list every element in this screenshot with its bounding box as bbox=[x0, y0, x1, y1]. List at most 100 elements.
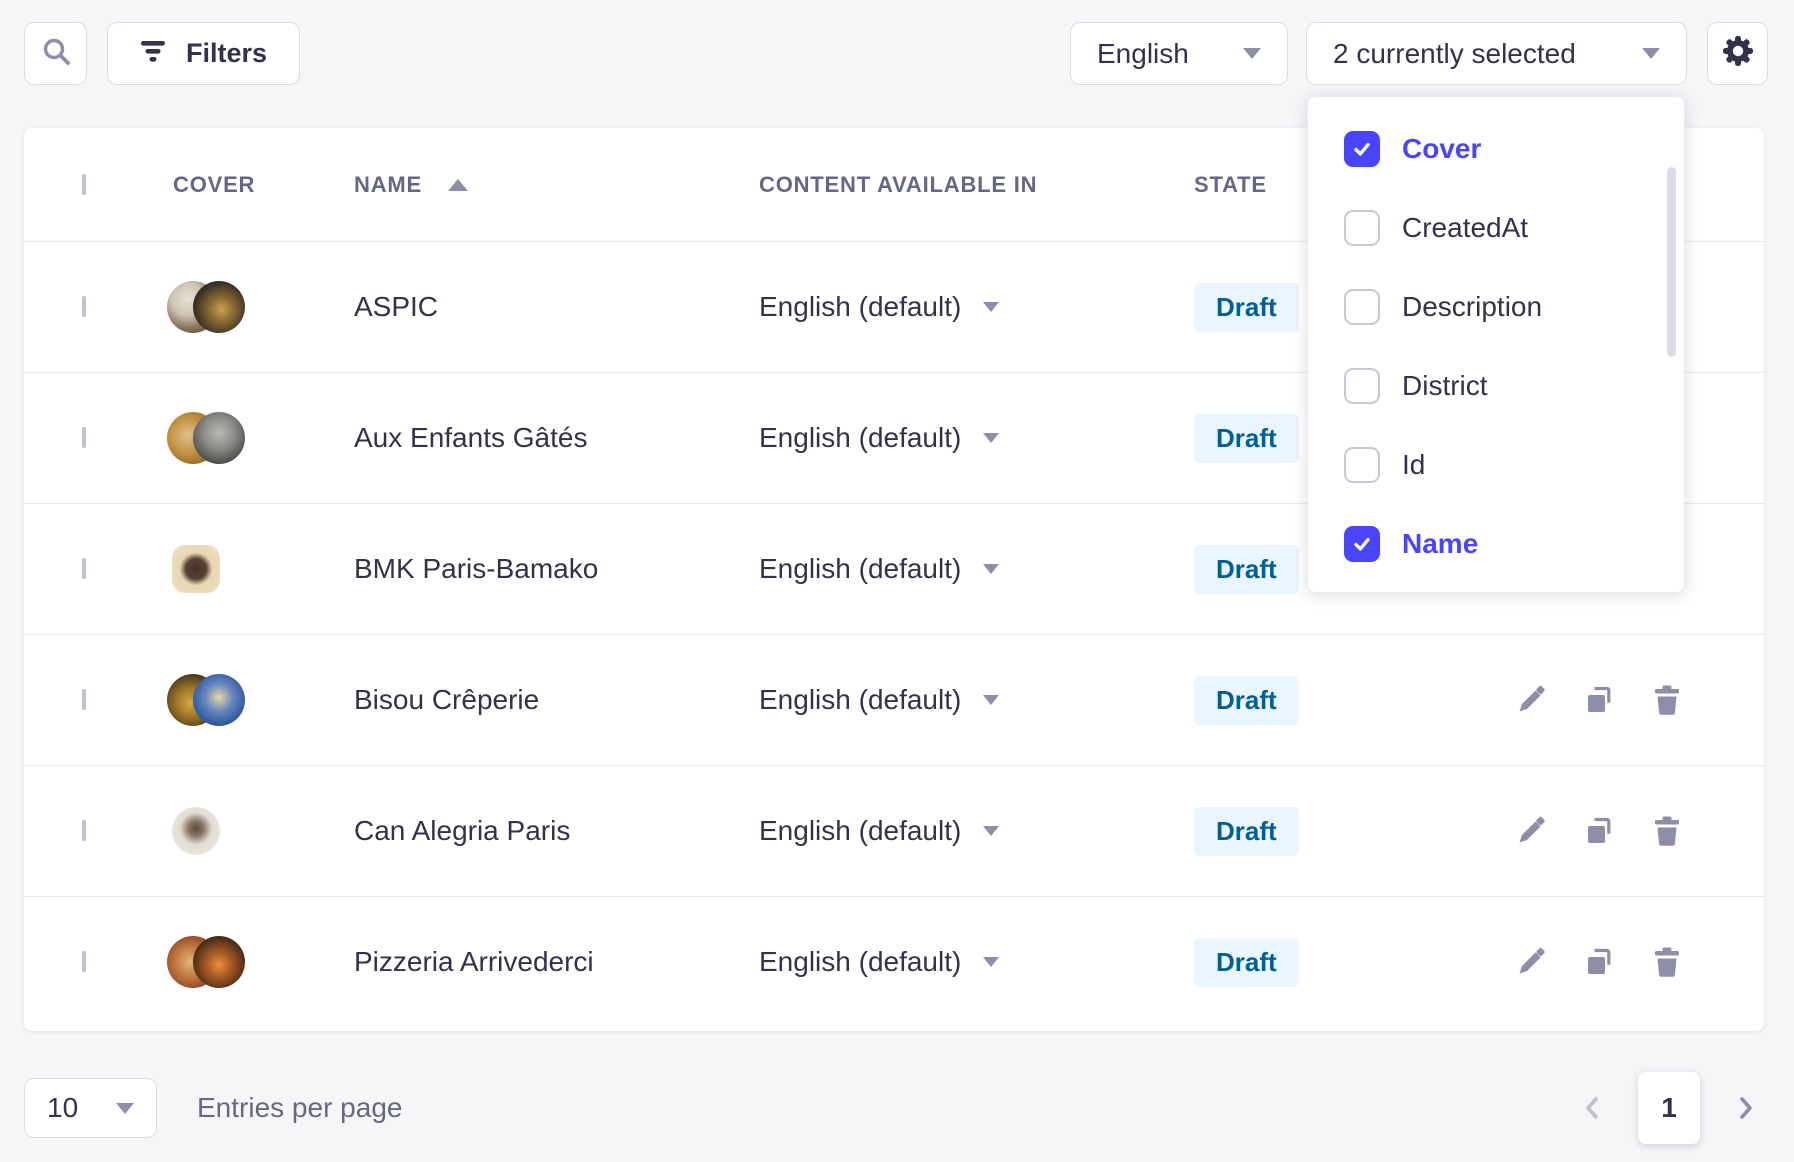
column-option-label: Id bbox=[1402, 449, 1425, 481]
column-option-label: Cover bbox=[1402, 133, 1481, 165]
column-option-id[interactable]: Id bbox=[1308, 425, 1684, 504]
delete-button[interactable] bbox=[1648, 681, 1686, 719]
settings-button[interactable] bbox=[1707, 22, 1768, 85]
delete-button[interactable] bbox=[1648, 943, 1686, 981]
duplicate-button[interactable] bbox=[1580, 943, 1618, 981]
search-icon bbox=[41, 36, 71, 71]
filter-icon bbox=[140, 38, 166, 69]
row-checkbox[interactable] bbox=[82, 296, 86, 317]
chevron-down-icon bbox=[116, 1103, 134, 1114]
next-page-button[interactable] bbox=[1724, 1078, 1768, 1138]
column-option-district[interactable]: District bbox=[1308, 346, 1684, 425]
locale-select[interactable]: English bbox=[1070, 22, 1288, 85]
row-name: Aux Enfants Gâtés bbox=[354, 422, 759, 454]
chevron-down-icon bbox=[983, 826, 999, 836]
scrollbar-thumb[interactable] bbox=[1667, 167, 1676, 357]
row-locale-select[interactable]: English (default) bbox=[759, 422, 1194, 454]
entries-per-page-label: Entries per page bbox=[197, 1092, 402, 1124]
edit-button[interactable] bbox=[1512, 812, 1550, 850]
status-badge: Draft bbox=[1194, 545, 1299, 594]
cover-avatars bbox=[167, 412, 354, 464]
header-content-available-in: CONTENT AVAILABLE IN bbox=[759, 172, 1194, 198]
status-badge: Draft bbox=[1194, 676, 1299, 725]
status-badge: Draft bbox=[1194, 807, 1299, 856]
header-name[interactable]: NAME bbox=[354, 172, 759, 198]
row-name: BMK Paris-Bamako bbox=[354, 553, 759, 585]
chevron-down-icon bbox=[1642, 48, 1660, 59]
row-actions bbox=[1512, 681, 1764, 719]
edit-button[interactable] bbox=[1512, 681, 1550, 719]
chevron-down-icon bbox=[1243, 48, 1261, 59]
previous-page-button[interactable] bbox=[1570, 1078, 1614, 1138]
select-all-checkbox[interactable] bbox=[82, 174, 86, 195]
columns-select[interactable]: 2 currently selected bbox=[1306, 22, 1687, 85]
row-locale-select[interactable]: English (default) bbox=[759, 291, 1194, 323]
cover-avatars bbox=[167, 281, 354, 333]
checkbox[interactable] bbox=[1344, 447, 1380, 483]
column-option-createdat[interactable]: CreatedAt bbox=[1308, 188, 1684, 267]
row-checkbox[interactable] bbox=[82, 558, 86, 579]
table-row[interactable]: Pizzeria Arrivederci English (default) D… bbox=[24, 896, 1764, 1027]
row-actions bbox=[1512, 812, 1764, 850]
row-checkbox[interactable] bbox=[82, 951, 86, 972]
column-option-description[interactable]: Description bbox=[1308, 267, 1684, 346]
column-option-label: District bbox=[1402, 370, 1488, 402]
row-name: Pizzeria Arrivederci bbox=[354, 946, 759, 978]
filters-label: Filters bbox=[186, 38, 267, 69]
column-option-cover[interactable]: Cover bbox=[1308, 109, 1684, 188]
pagination: 1 bbox=[1570, 1072, 1768, 1144]
duplicate-button[interactable] bbox=[1580, 812, 1618, 850]
cover-avatars bbox=[167, 545, 354, 593]
column-option-label: Name bbox=[1402, 528, 1478, 560]
filters-button[interactable]: Filters bbox=[107, 22, 300, 85]
avatar bbox=[172, 807, 220, 855]
avatar bbox=[193, 412, 245, 464]
checkbox[interactable] bbox=[1344, 368, 1380, 404]
header-cover: COVER bbox=[167, 172, 354, 198]
chevron-down-icon bbox=[983, 957, 999, 967]
row-name: Bisou Crêperie bbox=[354, 684, 759, 716]
cover-avatars bbox=[167, 936, 354, 988]
page-size-select[interactable]: 10 bbox=[24, 1078, 157, 1138]
checkbox[interactable] bbox=[1344, 210, 1380, 246]
edit-button[interactable] bbox=[1512, 943, 1550, 981]
checkbox[interactable] bbox=[1344, 131, 1380, 167]
status-badge: Draft bbox=[1194, 283, 1299, 332]
gear-icon bbox=[1720, 33, 1756, 74]
avatar bbox=[172, 545, 220, 593]
column-option-name[interactable]: Name bbox=[1308, 504, 1684, 583]
column-option-label: CreatedAt bbox=[1402, 212, 1528, 244]
row-locale-select[interactable]: English (default) bbox=[759, 815, 1194, 847]
row-checkbox[interactable] bbox=[82, 820, 86, 841]
cover-avatars bbox=[167, 807, 354, 855]
row-name: Can Alegria Paris bbox=[354, 815, 759, 847]
table-row[interactable]: Bisou Crêperie English (default) Draft bbox=[24, 634, 1764, 765]
delete-button[interactable] bbox=[1648, 812, 1686, 850]
duplicate-button[interactable] bbox=[1580, 681, 1618, 719]
status-badge: Draft bbox=[1194, 414, 1299, 463]
row-checkbox[interactable] bbox=[82, 427, 86, 448]
column-option-label: Description bbox=[1402, 291, 1542, 323]
page-number-button[interactable]: 1 bbox=[1638, 1072, 1700, 1144]
checkbox[interactable] bbox=[1344, 289, 1380, 325]
row-checkbox[interactable] bbox=[82, 689, 86, 710]
status-badge: Draft bbox=[1194, 938, 1299, 987]
locale-select-value: English bbox=[1097, 38, 1189, 70]
row-name: ASPIC bbox=[354, 291, 759, 323]
row-locale-select[interactable]: English (default) bbox=[759, 946, 1194, 978]
column-visibility-dropdown: Cover CreatedAt Description District Id … bbox=[1307, 96, 1685, 593]
chevron-down-icon bbox=[983, 564, 999, 574]
row-locale-select[interactable]: English (default) bbox=[759, 553, 1194, 585]
checkbox[interactable] bbox=[1344, 526, 1380, 562]
row-actions bbox=[1512, 943, 1764, 981]
row-locale-select[interactable]: English (default) bbox=[759, 684, 1194, 716]
avatar bbox=[193, 281, 245, 333]
cover-avatars bbox=[167, 674, 354, 726]
chevron-down-icon bbox=[983, 695, 999, 705]
search-button[interactable] bbox=[24, 22, 87, 85]
sort-ascending-icon bbox=[448, 179, 468, 191]
table-row[interactable]: Can Alegria Paris English (default) Draf… bbox=[24, 765, 1764, 896]
chevron-down-icon bbox=[983, 302, 999, 312]
columns-select-value: 2 currently selected bbox=[1333, 38, 1576, 70]
chevron-down-icon bbox=[983, 433, 999, 443]
